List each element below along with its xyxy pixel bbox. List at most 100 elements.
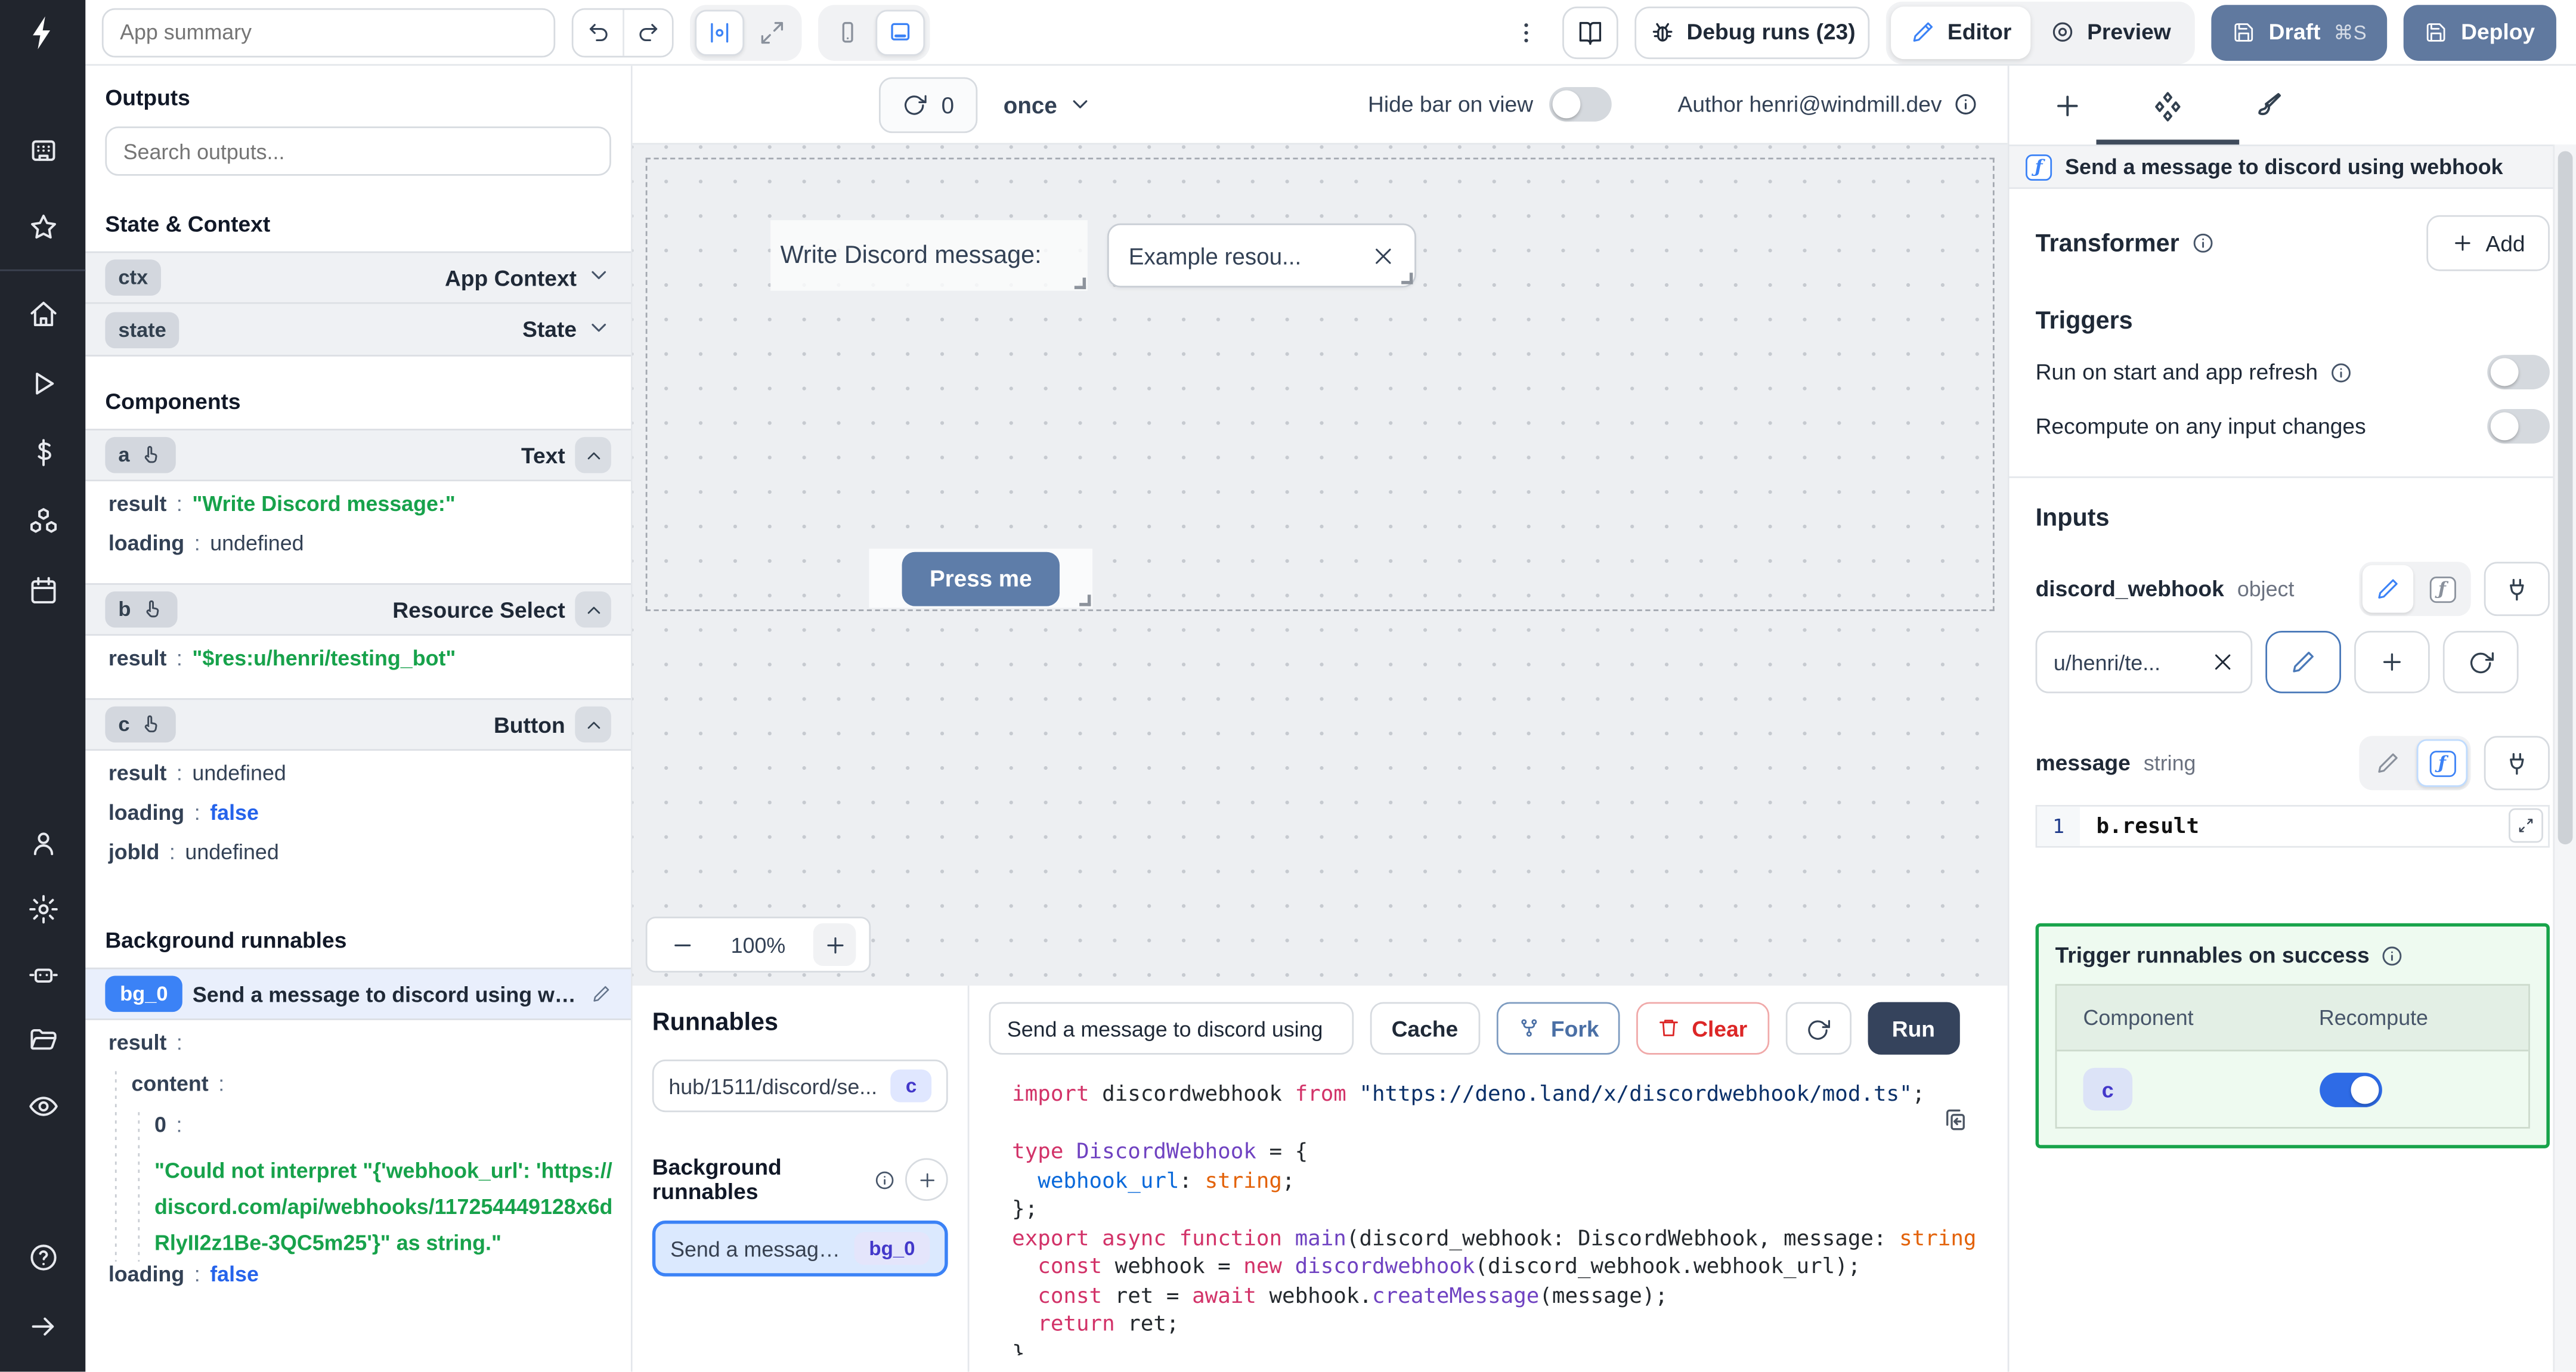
static-mode-button[interactable] <box>2362 565 2414 613</box>
refresh-count-button[interactable]: 0 <box>878 76 977 132</box>
runnable-name-input[interactable] <box>989 1002 1354 1055</box>
chevron-up-icon <box>583 444 604 466</box>
trigger-runnables-on-success-section: Trigger runnables on success Component R… <box>2035 923 2550 1148</box>
collapse-button[interactable] <box>575 706 611 743</box>
docs-button[interactable] <box>1562 5 1618 58</box>
fork-button[interactable]: Fork <box>1496 1002 1621 1055</box>
tab-styling[interactable] <box>2252 66 2283 144</box>
resize-handle[interactable] <box>1079 594 1091 606</box>
component-row-c[interactable]: c Button <box>85 698 631 751</box>
copy-icon[interactable] <box>1942 1107 1968 1133</box>
scrollbar[interactable] <box>2553 144 2576 1372</box>
resource-select[interactable]: u/henri/te... <box>2035 630 2253 693</box>
rail-item-robot-icon[interactable] <box>13 944 72 1004</box>
resource-select-component[interactable]: Example resou... <box>1107 223 1416 288</box>
edit-resource-button[interactable] <box>2265 630 2342 693</box>
info-icon[interactable] <box>2381 944 2404 967</box>
search-outputs-input[interactable] <box>105 126 611 176</box>
rail-item-cubes-icon[interactable] <box>13 491 72 550</box>
desktop-view-button[interactable] <box>875 9 925 55</box>
info-icon[interactable] <box>2329 361 2352 384</box>
tab-component-settings[interactable] <box>2096 66 2240 145</box>
runnable-item[interactable]: hub/1511/discord/se... c <box>652 1060 948 1113</box>
component-row-a[interactable]: a Text <box>85 429 631 482</box>
hide-bar-toggle[interactable] <box>1549 87 1612 122</box>
field-type: string <box>2143 751 2196 776</box>
rail-item-play-icon[interactable] <box>13 353 72 412</box>
reload-button[interactable] <box>1785 1002 1851 1055</box>
run-button[interactable]: Run <box>1867 1002 1960 1055</box>
clear-button[interactable]: Clear <box>1636 1002 1769 1055</box>
eval-mode-button[interactable]: ƒ <box>2417 565 2467 613</box>
rail-item-dollar-icon[interactable] <box>13 422 72 481</box>
close-icon[interactable] <box>2211 651 2234 674</box>
text-component[interactable]: Write Discord message: <box>770 220 1088 291</box>
rail-item-gear-icon[interactable] <box>13 879 72 938</box>
connect-input-button[interactable] <box>2484 562 2550 617</box>
rail-item-arrow-right-icon[interactable] <box>13 1296 72 1355</box>
press-me-button[interactable]: Press me <box>902 551 1060 606</box>
draft-shortcut: ⌘S <box>2333 20 2367 44</box>
rail-item-star-icon[interactable] <box>13 197 72 256</box>
mobile-view-button[interactable] <box>823 9 872 55</box>
deploy-button[interactable]: Deploy <box>2404 4 2556 60</box>
info-icon[interactable] <box>1953 92 1978 116</box>
pencil-icon[interactable] <box>592 984 611 1004</box>
debug-runs-label: Debug runs (23) <box>1686 20 1856 45</box>
zoom-out-button[interactable] <box>661 923 704 966</box>
draft-button[interactable]: Draft ⌘S <box>2212 4 2388 60</box>
refresh-resource-button[interactable] <box>2442 630 2519 693</box>
cache-button[interactable]: Cache <box>1370 1002 1480 1055</box>
rail-item-user-icon[interactable] <box>13 813 72 872</box>
recompute-toggle[interactable] <box>2487 409 2550 444</box>
connect-input-button[interactable] <box>2484 736 2550 791</box>
add-resource-button[interactable] <box>2354 630 2430 693</box>
resize-handle[interactable] <box>1074 277 1086 289</box>
tab-editor[interactable]: Editor <box>1891 5 2032 58</box>
debug-runs-button[interactable]: Debug runs (23) <box>1634 5 1871 58</box>
tab-insert-component[interactable] <box>2052 66 2083 144</box>
fullscreen-button[interactable] <box>748 9 797 55</box>
runnable-item-selected[interactable]: Send a message... bg_0 <box>652 1221 948 1277</box>
recompute-toggle[interactable] <box>2318 1071 2382 1107</box>
rail-item-eye-icon[interactable] <box>13 1076 72 1135</box>
more-menu-button[interactable] <box>1512 19 1545 45</box>
zoom-in-button[interactable] <box>813 923 856 966</box>
windmill-logo-icon[interactable] <box>0 0 85 66</box>
rail-item-home-icon[interactable] <box>13 284 72 343</box>
rail-item-help-icon[interactable] <box>13 1227 72 1286</box>
info-icon[interactable] <box>2191 231 2214 255</box>
rail-item-folder-icon[interactable] <box>13 1010 72 1069</box>
background-runnable-row[interactable]: bg_0 Send a message to discord using web… <box>85 967 631 1020</box>
column-component: Component <box>2083 1005 2194 1030</box>
output-value: "Write Discord message:" <box>192 491 456 516</box>
context-row-ctx[interactable]: ctx App Context <box>85 251 631 304</box>
app-canvas[interactable]: Write Discord message: Example resou... … <box>632 144 2008 986</box>
collapse-button[interactable] <box>575 591 611 628</box>
run-on-start-toggle[interactable] <box>2487 355 2550 389</box>
expand-diagonal-icon[interactable] <box>2509 808 2543 843</box>
schedule-dropdown[interactable]: once <box>1004 91 1094 117</box>
app-summary-input[interactable] <box>101 7 556 57</box>
button-component-cell[interactable]: Press me <box>869 549 1093 608</box>
collapse-button[interactable] <box>575 436 611 473</box>
close-icon[interactable] <box>1372 244 1395 267</box>
resize-handle[interactable] <box>1401 272 1413 284</box>
align-center-button[interactable] <box>695 9 745 55</box>
output-line: loading: false <box>108 800 259 825</box>
context-row-state[interactable]: state State <box>85 303 631 357</box>
message-expression-editor[interactable]: 1 b.result <box>2035 804 2550 848</box>
scrollbar-thumb[interactable] <box>2558 151 2573 845</box>
add-background-runnable-button[interactable] <box>905 1158 948 1201</box>
add-transformer-button[interactable]: Add <box>2426 215 2550 271</box>
tab-preview[interactable]: Preview <box>2031 6 2190 58</box>
undo-button[interactable] <box>573 9 623 55</box>
component-row-b[interactable]: b Resource Select <box>85 583 631 636</box>
rail-item-workspace-icon[interactable] <box>13 122 72 181</box>
eval-mode-button[interactable]: ƒ <box>2416 739 2468 787</box>
redo-button[interactable] <box>623 9 672 55</box>
static-mode-button[interactable] <box>2363 739 2413 787</box>
code-editor[interactable]: import discordwebhook from "https://deno… <box>989 1071 1988 1355</box>
rail-item-calendar-icon[interactable] <box>13 560 72 619</box>
